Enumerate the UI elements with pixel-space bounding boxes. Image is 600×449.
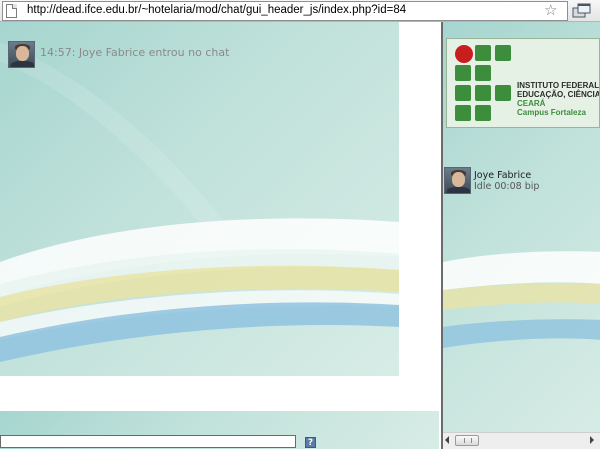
avatar [8,41,35,68]
url-text[interactable]: http://dead.ifce.edu.br/~hotelaria/mod/c… [27,4,406,16]
user-name[interactable]: Joye Fabrice [474,170,531,181]
chat-message-text: 14:57: Joye Fabrice entrou no chat [40,46,229,59]
page-icon [6,4,17,18]
scroll-left-arrow-icon[interactable] [445,436,449,444]
help-icon[interactable]: ? [305,437,316,448]
idle-time: Idle 00:08 [474,181,522,192]
institution-logo: INSTITUTO FEDERAL DO EDUCAÇÃO, CIÊNCIA E… [446,38,600,128]
address-bar: http://dead.ifce.edu.br/~hotelaria/mod/c… [0,0,600,22]
star-icon[interactable]: ☆ [544,1,557,19]
user-list-item: Joye Fabrice Idle 00:08 bip [444,167,600,197]
chat-input-row: ? [0,434,439,449]
logo-line-2: EDUCAÇÃO, CIÊNCIA E [517,90,600,99]
chat-messages-panel: 14:57: Joye Fabrice entrou no chat [0,22,399,376]
horizontal-scrollbar[interactable] [443,432,600,449]
wallpaper-waves [0,42,399,362]
chat-message: 14:57: Joye Fabrice entrou no chat [8,41,388,71]
message-time: 14:57: [40,46,76,59]
logo-line-1: INSTITUTO FEDERAL DO [517,81,599,90]
logo-mark [455,45,513,123]
logo-line-3: CEARÁ [517,99,546,108]
url-field[interactable]: http://dead.ifce.edu.br/~hotelaria/mod/c… [2,1,568,21]
message-input[interactable] [0,435,296,448]
beep-link[interactable]: bip [525,181,540,192]
scroll-thumb[interactable] [455,435,479,446]
user-status: Idle 00:08 bip [474,181,539,192]
message-body: Joye Fabrice entrou no chat [78,46,230,59]
logo-text: INSTITUTO FEDERAL DO EDUCAÇÃO, CIÊNCIA E… [517,81,600,117]
menu-icon[interactable] [572,3,592,19]
scroll-right-arrow-icon[interactable] [590,436,594,444]
avatar[interactable] [444,167,471,194]
logo-line-4: Campus Fortaleza [517,108,586,117]
users-panel: INSTITUTO FEDERAL DO EDUCAÇÃO, CIÊNCIA E… [441,22,600,449]
